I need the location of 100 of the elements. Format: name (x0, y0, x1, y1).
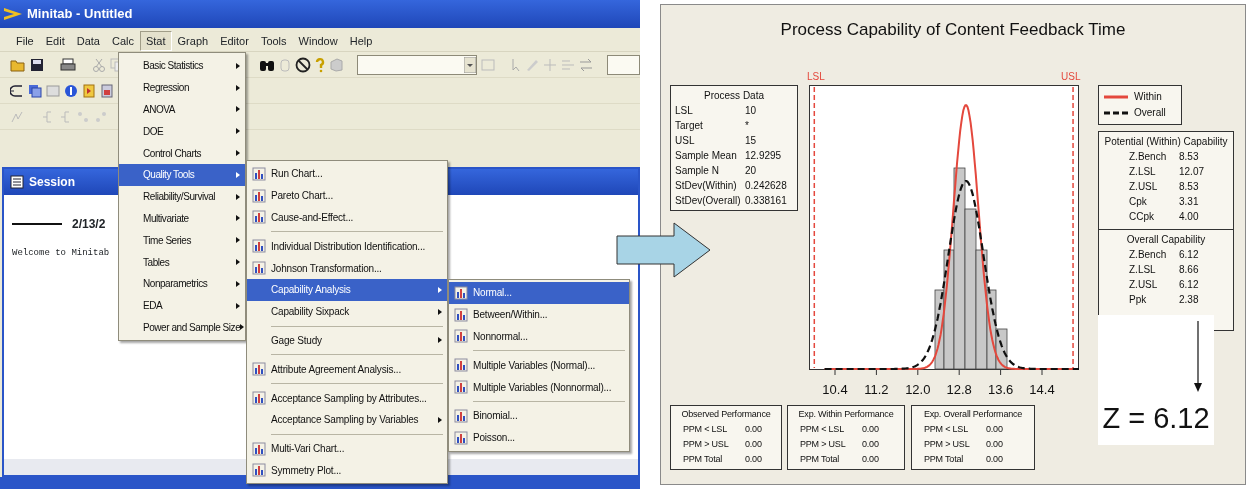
menu-item[interactable]: DOE (119, 120, 245, 143)
menu-item[interactable]: Multivariate (119, 207, 245, 230)
stat-value: 10 (745, 104, 757, 118)
cursor-icon[interactable] (511, 57, 522, 72)
tree-icon[interactable] (40, 109, 54, 124)
menu-item[interactable]: Tools (254, 30, 293, 51)
lines-icon[interactable] (561, 57, 576, 72)
menu-item[interactable]: Data (70, 30, 106, 51)
save-icon[interactable] (30, 57, 44, 72)
stat-value: 15 (745, 134, 757, 148)
menu-item[interactable]: Calc (105, 30, 140, 51)
menu-item[interactable]: Graph (171, 30, 215, 51)
stat-label: CCpk (1129, 210, 1155, 224)
menu-item[interactable]: Poisson... (449, 426, 629, 449)
menu-item[interactable]: Run Chart... (247, 163, 447, 185)
menu-item[interactable]: Johnson Transformation... (247, 257, 447, 279)
stat-value: 6.12 (1179, 278, 1199, 292)
axis-tick-label: 13.6 (986, 381, 1015, 399)
menu-item[interactable]: Pareto Chart... (247, 184, 447, 207)
menu-item[interactable]: Capability Analysis (247, 279, 447, 301)
box-title: Exp. Overall Performance (922, 408, 1024, 421)
crosshair-icon[interactable] (543, 57, 558, 72)
menu-item[interactable]: Reliability/Survival (119, 185, 245, 208)
stat-label: USL (675, 134, 696, 148)
menu-item[interactable]: Symmetry Plot... (247, 459, 447, 482)
menu-item[interactable]: Acceptance Sampling by Attributes... (247, 387, 447, 409)
menu-item[interactable]: Quality Tools (119, 164, 245, 186)
windows-icon[interactable] (28, 83, 42, 98)
axis-tick-label: 12.8 (945, 381, 973, 399)
box-title: Process Data (703, 89, 765, 103)
stat-label: Target (675, 119, 704, 133)
dropdown-field[interactable] (357, 54, 478, 75)
axis-tick-label: 10.4 (821, 381, 849, 399)
stat-value: 6.12 (1179, 248, 1199, 262)
menu-item[interactable]: Multi-Vari Chart... (247, 437, 447, 460)
menu-item[interactable]: Time Series (119, 229, 245, 252)
stat-label: PPM < LSL (683, 422, 728, 436)
menu-item[interactable]: Capability Sixpack (247, 300, 447, 323)
menu-item[interactable]: Regression (119, 76, 245, 99)
tree-icon[interactable] (58, 109, 72, 124)
stat-value: 0.00 (862, 452, 879, 466)
menu-item[interactable]: Control Charts (119, 142, 245, 164)
menu-item[interactable]: Multiple Variables (Nonnormal)... (449, 376, 629, 398)
stat-value: 0.00 (862, 437, 879, 451)
menu-item[interactable]: Window (292, 30, 344, 51)
no-sign-icon[interactable] (295, 56, 312, 73)
graph-title: Process Capability of Content Feedback Time (779, 19, 1127, 41)
callout-text: Z = 6.12 (1102, 401, 1210, 436)
stat-value: 0.00 (745, 437, 762, 451)
menu-item[interactable]: Cause-and-Effect... (247, 206, 447, 229)
menu-item[interactable]: ANOVA (119, 98, 245, 121)
menu-item[interactable]: Help (343, 30, 379, 51)
menu-item[interactable]: Basic Statistics (119, 55, 245, 77)
stat-label: StDev(Within) (675, 179, 738, 193)
document-icon[interactable] (82, 83, 96, 98)
chart-icon (252, 362, 266, 377)
menu-item[interactable]: Multiple Variables (Normal)... (449, 354, 629, 377)
menu-item[interactable]: Individual Distribution Identification... (247, 235, 447, 258)
report-icon[interactable] (100, 83, 114, 98)
menu-item[interactable]: Gage Study (247, 329, 447, 352)
stat-value: 8.53 (1179, 150, 1199, 164)
box-title: Observed Performance (680, 408, 772, 421)
menu-item[interactable]: Binomial... (449, 405, 629, 427)
dropdown-field[interactable] (607, 54, 640, 75)
menu-item[interactable]: File (10, 30, 40, 51)
printer-icon[interactable] (59, 57, 76, 72)
menu-item[interactable]: Editor (214, 30, 255, 51)
menu-item[interactable]: Attribute Agreement Analysis... (247, 358, 447, 381)
cube-icon[interactable] (329, 57, 344, 72)
stat-label: PPM Total (924, 452, 965, 466)
menu-item[interactable]: Stat (139, 30, 172, 51)
menu-item[interactable]: EDA (119, 294, 245, 317)
dots-icon[interactable] (94, 109, 108, 124)
menu-item[interactable]: Nonnormal... (449, 325, 629, 348)
stat-value: 0.00 (745, 422, 762, 436)
stat-label: PPM < LSL (800, 422, 845, 436)
caret-icon[interactable] (464, 56, 477, 73)
pencil-icon[interactable] (525, 57, 540, 72)
stat-label: LSL (675, 104, 694, 118)
session-date: 2/13/2 (72, 216, 106, 233)
menu-item[interactable]: Tables (119, 251, 245, 273)
stat-label: StDev(Overall) (675, 194, 742, 208)
scissors-icon[interactable] (91, 57, 106, 72)
menu-item[interactable]: Acceptance Sampling by Variables (247, 408, 447, 431)
menu-item[interactable]: Between/Within... (449, 303, 629, 326)
menu-item[interactable]: Nonparametrics (119, 272, 245, 295)
app-logo-icon (4, 8, 22, 20)
dots-icon[interactable] (76, 109, 90, 124)
swap-arrows-icon[interactable] (579, 57, 594, 72)
info-icon[interactable] (64, 83, 78, 98)
stat-value: 8.53 (1179, 180, 1199, 194)
stat-label: Z.USL (1129, 180, 1159, 194)
plug-icon[interactable] (10, 83, 24, 98)
menu-item[interactable]: Edit (39, 30, 71, 51)
line-chart-icon[interactable] (10, 109, 24, 124)
stat-value: * (745, 119, 749, 133)
stat-label: Ppk (1129, 293, 1148, 307)
pointer-arrow (1193, 321, 1203, 393)
stat-label: Z.Bench (1129, 150, 1168, 164)
menu-item[interactable]: Normal... (449, 282, 629, 304)
